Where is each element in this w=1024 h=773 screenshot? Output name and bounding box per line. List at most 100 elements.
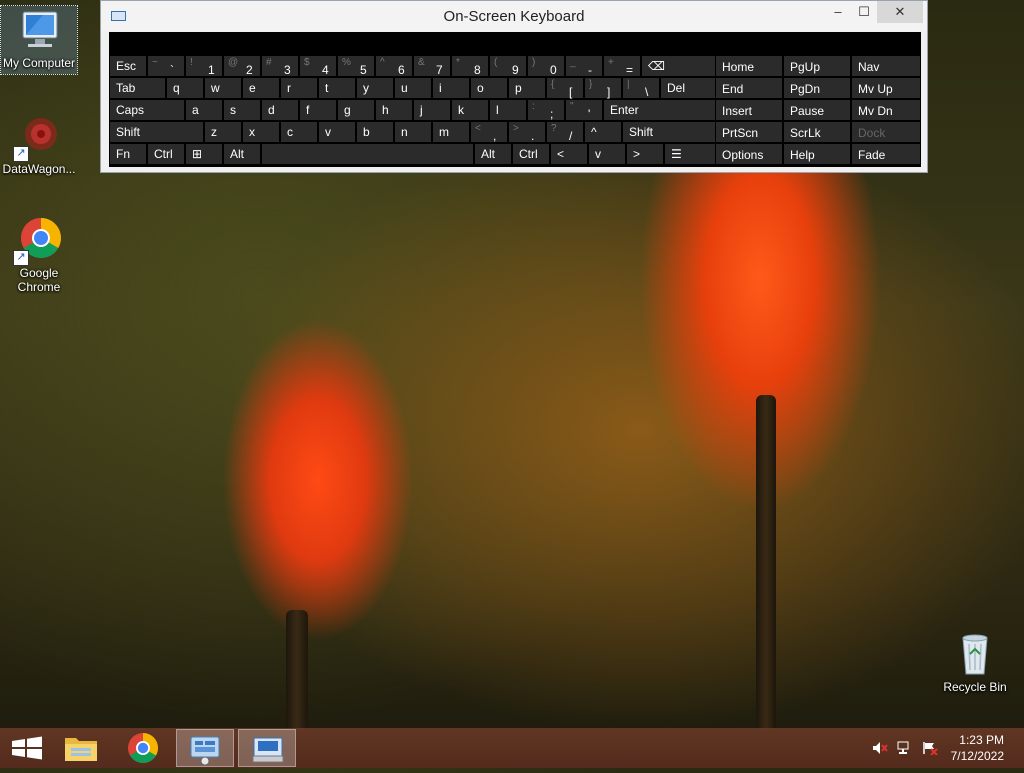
key-enter[interactable]: Enter [603, 99, 717, 121]
key-space[interactable]: " ' [565, 99, 603, 121]
key-alt[interactable]: Alt [223, 143, 261, 165]
key-space[interactable]: ^ [584, 121, 622, 143]
taskbar-google-chrome[interactable] [114, 729, 172, 767]
key-d[interactable]: d [261, 99, 299, 121]
key-7[interactable]: & 7 [413, 55, 451, 77]
key-space[interactable]: <, [470, 121, 508, 143]
key-mv-up[interactable]: Mv Up [851, 77, 921, 99]
taskbar-server-manager[interactable] [176, 729, 234, 767]
key-v[interactable]: v [588, 143, 626, 165]
key-space[interactable]: >. [508, 121, 546, 143]
on-screen-keyboard-window[interactable]: On-Screen Keyboard – ☐ ✕ Esc ~ `! 1 @2 #3 $4% 5… [100, 0, 928, 173]
key-label: 6 [398, 63, 405, 77]
key-backslash[interactable]: | \ [622, 77, 660, 99]
minimize-button[interactable]: – [825, 1, 851, 23]
key-e[interactable]: e [242, 77, 280, 99]
key-options[interactable]: Options [715, 143, 783, 165]
key-ctrl[interactable]: Ctrl [512, 143, 550, 165]
key-o[interactable]: o [470, 77, 508, 99]
key-pgup[interactable]: PgUp [783, 55, 851, 77]
maximize-button[interactable]: ☐ [851, 1, 877, 23]
key-ctrl[interactable]: Ctrl [147, 143, 185, 165]
key-scrlk[interactable]: ScrLk [783, 121, 851, 143]
key-space[interactable]: }] [584, 77, 622, 99]
key-g[interactable]: g [337, 99, 375, 121]
key-q[interactable]: q [166, 77, 204, 99]
key-shift[interactable]: Shift [622, 121, 717, 143]
key-space[interactable]: ? / [546, 121, 584, 143]
key-5[interactable]: % 5 [337, 55, 375, 77]
key-l[interactable]: l [489, 99, 527, 121]
key-8[interactable]: * 8 [451, 55, 489, 77]
start-button[interactable] [0, 729, 58, 767]
key-h[interactable]: h [375, 99, 413, 121]
key-k[interactable]: k [451, 99, 489, 121]
key-z[interactable]: z [204, 121, 242, 143]
system-clock[interactable]: 1:23 PM 7/12/2022 [951, 732, 1004, 764]
key-m[interactable]: m [432, 121, 470, 143]
key-del[interactable]: Del [660, 77, 717, 99]
key-fn[interactable]: Fn [109, 143, 147, 165]
key-help[interactable]: Help [783, 143, 851, 165]
key-s[interactable]: s [223, 99, 261, 121]
key-space[interactable] [261, 143, 474, 165]
key-i[interactable]: i [432, 77, 470, 99]
key-mv-dn[interactable]: Mv Dn [851, 99, 921, 121]
key-b[interactable]: b [356, 121, 394, 143]
key-insert[interactable]: Insert [715, 99, 783, 121]
desktop-icon-google-chrome[interactable]: ↗ Google Chrome [1, 216, 77, 296]
key-f[interactable]: f [299, 99, 337, 121]
key-backtick[interactable]: ~ ` [147, 55, 185, 77]
key-pgdn[interactable]: PgDn [783, 77, 851, 99]
key-a[interactable]: a [185, 99, 223, 121]
desktop-icon-my-computer[interactable]: My Computer [0, 5, 78, 75]
desktop-icon-recycle-bin[interactable]: Recycle Bin [937, 630, 1013, 700]
key-caps[interactable]: Caps [109, 99, 185, 121]
taskbar-on-screen-keyboard[interactable] [238, 729, 296, 767]
key-1[interactable]: ! 1 [185, 55, 223, 77]
key-x[interactable]: x [242, 121, 280, 143]
key-nav[interactable]: Nav [851, 55, 921, 77]
key-3[interactable]: #3 [261, 55, 299, 77]
action-center-flag-icon[interactable] [922, 741, 938, 756]
key-shift[interactable]: Shift [109, 121, 204, 143]
key-n[interactable]: n [394, 121, 432, 143]
key-space[interactable]: ⌫ [641, 55, 717, 77]
key-fade[interactable]: Fade [851, 143, 921, 165]
volume-muted-icon[interactable] [872, 741, 888, 755]
key-space[interactable]: ☰ [664, 143, 721, 165]
key-pause[interactable]: Pause [783, 99, 851, 121]
key-space[interactable]: {[ [546, 77, 584, 99]
key-j[interactable]: j [413, 99, 451, 121]
key-space[interactable]: ⊞ [185, 143, 223, 165]
desktop-icon-datawagon[interactable]: ↗ DataWagon... [1, 112, 77, 182]
key-space[interactable]: < [550, 143, 588, 165]
key-end[interactable]: End [715, 77, 783, 99]
key-tab[interactable]: Tab [109, 77, 166, 99]
key-c[interactable]: c [280, 121, 318, 143]
key-esc[interactable]: Esc [109, 55, 147, 77]
key-t[interactable]: t [318, 77, 356, 99]
key-y[interactable]: y [356, 77, 394, 99]
network-icon[interactable] [897, 741, 913, 755]
key-space[interactable]: _ - [565, 55, 603, 77]
key-2[interactable]: @2 [223, 55, 261, 77]
key-home[interactable]: Home [715, 55, 783, 77]
key-space[interactable]: > [626, 143, 664, 165]
key-p[interactable]: p [508, 77, 546, 99]
key-4[interactable]: $4 [299, 55, 337, 77]
key-6[interactable]: ^ 6 [375, 55, 413, 77]
key-w[interactable]: w [204, 77, 242, 99]
key-v[interactable]: v [318, 121, 356, 143]
taskbar-file-explorer[interactable] [52, 729, 110, 767]
close-button[interactable]: ✕ [877, 1, 923, 23]
key-r[interactable]: r [280, 77, 318, 99]
key-space[interactable]: + = [603, 55, 641, 77]
key-alt[interactable]: Alt [474, 143, 512, 165]
key-u[interactable]: u [394, 77, 432, 99]
key-0[interactable]: ) 0 [527, 55, 565, 77]
title-bar[interactable]: On-Screen Keyboard – ☐ ✕ [101, 1, 927, 31]
key-prtscn[interactable]: PrtScn [715, 121, 783, 143]
key-9[interactable]: (9 [489, 55, 527, 77]
key-space[interactable]: :; [527, 99, 565, 121]
